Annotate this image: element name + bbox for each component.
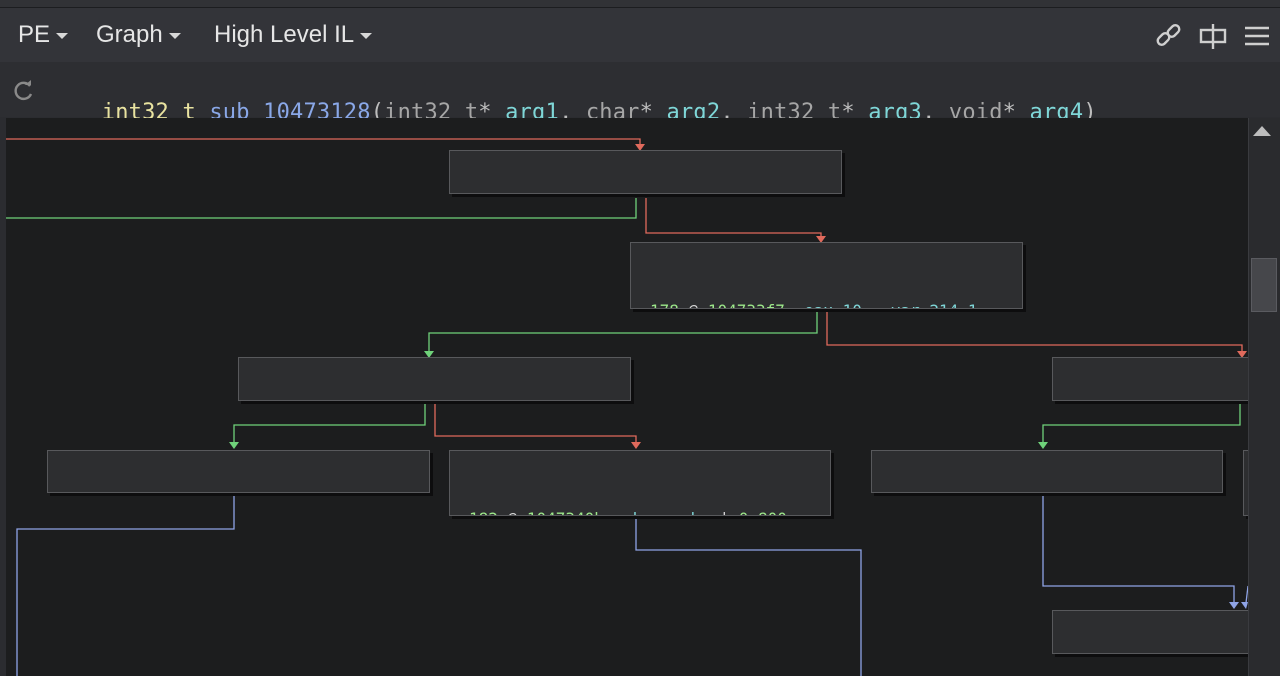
edge-true (6, 198, 637, 219)
il-line-182[interactable]: 182 @ 1047340b ebx = ebx | 0x800 (450, 507, 830, 515)
edge-true (233, 401, 426, 444)
graph-canvas[interactable]: 175 @ 104733f5 if (edx_5.b == 0x68) 178 … (6, 118, 1248, 676)
window-top-strip (0, 0, 1280, 8)
function-signature-bar: int32_t sub_10473128(int32_t* arg1, char… (0, 62, 1280, 125)
edge-unconditional (1042, 493, 1235, 603)
view-mode-label: Graph (96, 21, 163, 48)
edge-false (826, 310, 1243, 353)
refresh-icon[interactable] (13, 80, 35, 102)
il-line-178[interactable]: 178 @ 104733f7 eax_10 = var_214_1 (631, 299, 1022, 308)
view-mode-dropdown[interactable]: Graph (96, 20, 181, 50)
scroll-up-arrow-icon[interactable] (1253, 126, 1271, 136)
chevron-down-icon (168, 33, 181, 39)
hamburger-menu-icon[interactable] (1243, 22, 1273, 50)
basic-block-181[interactable]: 181 @ 10473405 goto label_10473c37 (47, 450, 430, 493)
basic-block-184[interactable]: 184 @ 10473419 if (1052, 357, 1248, 401)
edge-unconditional (635, 516, 862, 676)
link-icon[interactable] (1154, 22, 1184, 50)
scrollbar-thumb[interactable] (1251, 258, 1277, 312)
vertical-scrollbar[interactable] (1248, 118, 1280, 676)
arrowhead (631, 442, 641, 449)
view-type-label: PE (18, 21, 51, 48)
split-view-icon[interactable] (1199, 22, 1229, 50)
basic-block-175[interactable]: 175 @ 104733f5 if (edx_5.b == 0x68) (449, 150, 842, 194)
edge-false (6, 138, 641, 146)
basic-block-180[interactable]: 180 @ 10473405 if (edx_5.b != 0x77) (238, 357, 631, 401)
edge-false (434, 401, 637, 444)
arrowhead (1229, 602, 1239, 609)
basic-block-188[interactable]: 188 @ 10473416 go (1052, 610, 1248, 654)
arrowhead (1241, 602, 1248, 609)
chevron-down-icon (360, 33, 373, 39)
edge-true (1042, 401, 1241, 444)
il-level-dropdown[interactable]: High Level IL (214, 20, 373, 50)
edge-true (428, 310, 818, 353)
il-level-label: High Level IL (214, 21, 355, 48)
basic-block-178[interactable]: 178 @ 104733f7 eax_10 = var_214_1 179 @ … (630, 242, 1023, 309)
edge-unconditional (16, 493, 235, 676)
arrowhead (1038, 442, 1048, 449)
basic-block-185[interactable]: 185 @ 10473427 ebx = ebx | 0x10 (871, 450, 1223, 493)
view-type-dropdown[interactable]: PE (18, 20, 69, 50)
chevron-down-icon (56, 33, 69, 39)
arrowhead (229, 442, 239, 449)
basic-block-182[interactable]: 182 @ 1047340b ebx = ebx | 0x800 183 @ 1… (449, 450, 831, 516)
view-toolbar: PE Graph High Level IL (0, 8, 1280, 62)
edge-false (645, 198, 822, 238)
